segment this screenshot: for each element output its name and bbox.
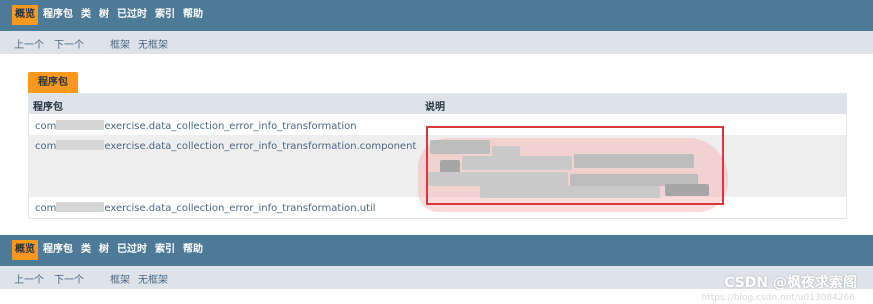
nav-index[interactable]: 索引 bbox=[152, 240, 178, 260]
nav-help[interactable]: 帮助 bbox=[180, 240, 206, 260]
no-frames-link[interactable]: 无框架 bbox=[138, 271, 168, 286]
nav-deprecated[interactable]: 已过时 bbox=[114, 240, 150, 260]
no-frames-link[interactable]: 无框架 bbox=[138, 36, 168, 51]
package-link[interactable]: com exercise.data_collection_error_info_t… bbox=[35, 120, 357, 132]
frames-link[interactable]: 框架 bbox=[110, 271, 130, 286]
prev-link[interactable]: 上一个 bbox=[14, 36, 44, 51]
nav-class[interactable]: 类 bbox=[78, 240, 94, 260]
top-navbar: 概览 程序包 类 树 已过时 索引 帮助 bbox=[0, 0, 873, 31]
csdn-watermark-url: https://blog.csdn.net/u013084266 bbox=[701, 293, 855, 303]
nav-overview[interactable]: 概览 bbox=[12, 240, 38, 260]
next-link[interactable]: 下一个 bbox=[54, 271, 84, 286]
nav-class[interactable]: 类 bbox=[78, 5, 94, 25]
package-link[interactable]: com exercise.data_collection_error_info_t… bbox=[35, 140, 416, 152]
nav-package[interactable]: 程序包 bbox=[40, 5, 76, 25]
redacted-segment bbox=[56, 120, 105, 130]
nav-deprecated[interactable]: 已过时 bbox=[114, 5, 150, 25]
redacted-segment bbox=[56, 202, 105, 212]
nav-index[interactable]: 索引 bbox=[152, 5, 178, 25]
header-description: 说明 bbox=[425, 102, 445, 113]
nav-overview[interactable]: 概览 bbox=[12, 5, 38, 25]
frames-link[interactable]: 框架 bbox=[110, 36, 130, 51]
packages-tab: 程序包 bbox=[28, 72, 78, 94]
table-header: 程序包 说明 bbox=[29, 94, 846, 114]
header-package: 程序包 bbox=[33, 102, 63, 113]
nav-tree[interactable]: 树 bbox=[96, 5, 112, 25]
nav-help[interactable]: 帮助 bbox=[180, 5, 206, 25]
prev-link[interactable]: 上一个 bbox=[14, 271, 44, 286]
next-link[interactable]: 下一个 bbox=[54, 36, 84, 51]
bottom-navbar: 概览 程序包 类 树 已过时 索引 帮助 bbox=[0, 235, 873, 266]
red-highlight-box bbox=[426, 126, 724, 205]
nav-package[interactable]: 程序包 bbox=[40, 240, 76, 260]
nav-tree[interactable]: 树 bbox=[96, 240, 112, 260]
package-link[interactable]: com exercise.data_collection_error_info_t… bbox=[35, 202, 376, 214]
redacted-segment bbox=[56, 140, 105, 150]
top-subnav: 上一个 下一个 框架 无框架 bbox=[0, 31, 873, 54]
csdn-watermark: CSDN @枫夜求索阁 bbox=[724, 275, 857, 291]
